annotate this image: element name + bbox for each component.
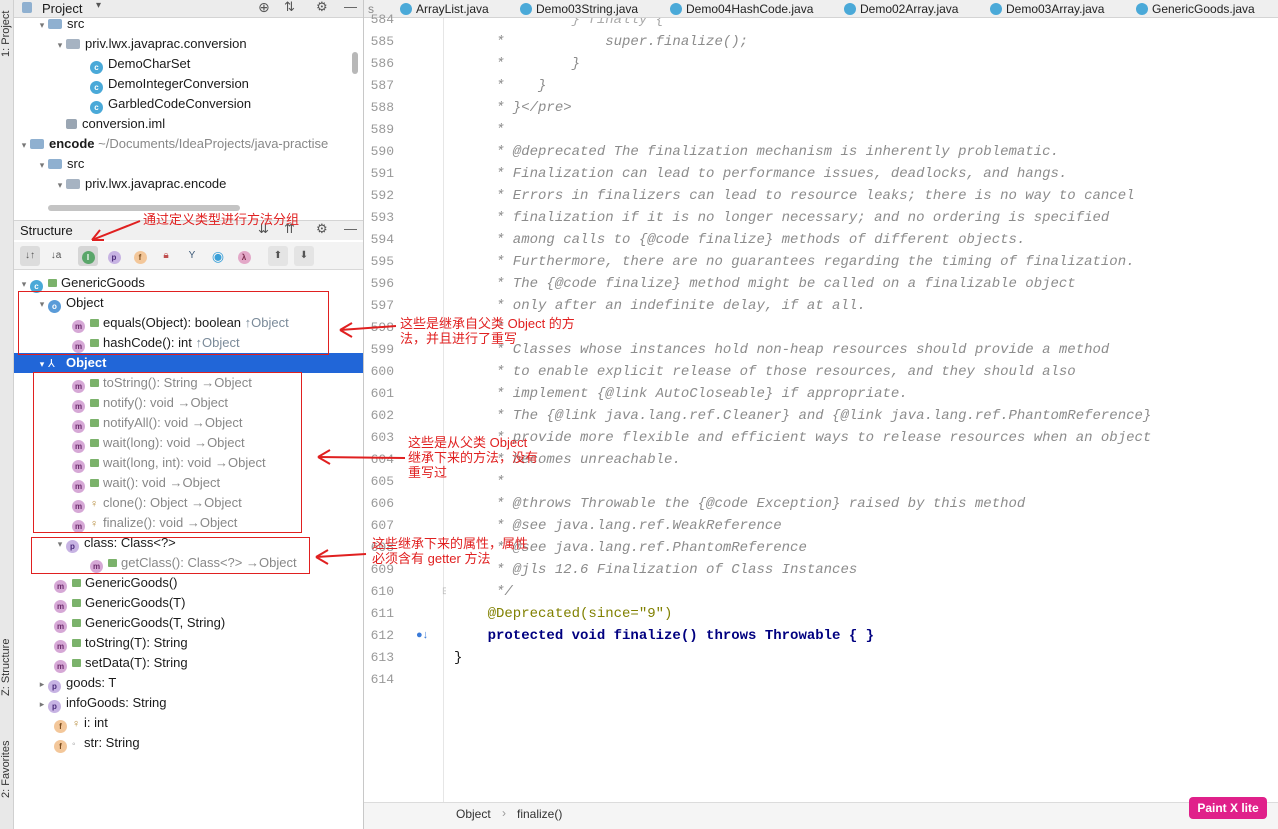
note-properties: 这些继承下来的属性，属性 必须含有 getter 方法 bbox=[372, 536, 529, 566]
note-inherited: 这些是从父类 Object 继承下来的方法，没有 重写过 bbox=[408, 435, 539, 480]
arrow-inherited bbox=[317, 456, 406, 459]
watermark-badge: Paint X lite bbox=[1189, 797, 1267, 819]
arrow-overridden bbox=[339, 325, 397, 331]
note-toolbar: 通过定义类型进行方法分组 bbox=[143, 212, 300, 227]
note-overridden: 这些是继承自父类 Object 的方 法，并且进行了重写 bbox=[400, 316, 575, 346]
annotation-arrows bbox=[91, 220, 406, 565]
arrow-properties bbox=[315, 553, 367, 558]
